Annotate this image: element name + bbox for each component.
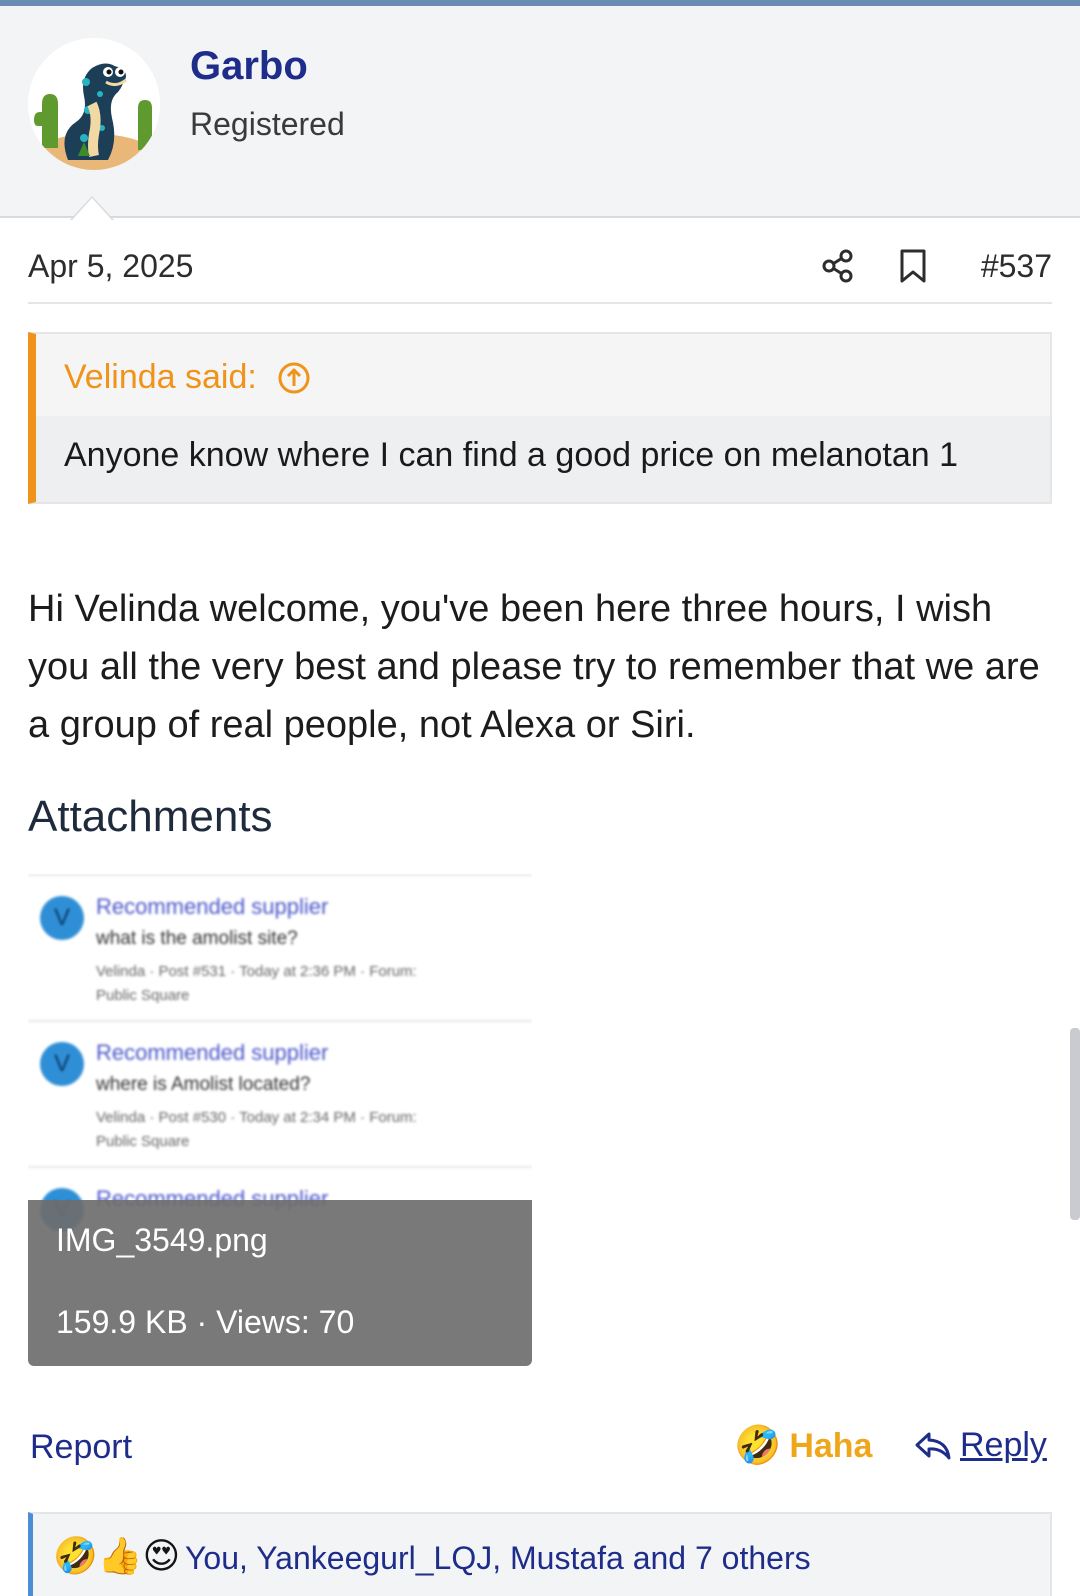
reply-button[interactable]: Reply — [914, 1426, 1047, 1465]
preview-avatar: V — [40, 896, 84, 940]
quote-body: Anyone know where I can find a good pric… — [36, 416, 1050, 502]
preview-entry: V Recommended supplier what is the amoli… — [28, 874, 532, 1022]
reaction-emoji-icons: 🤣👍😍 — [53, 1535, 181, 1576]
post-message: Hi Velinda welcome, you've been here thr… — [28, 588, 1040, 746]
bookmark-icon[interactable] — [898, 248, 928, 284]
preview-meta-line2: Public Square — [96, 987, 190, 1004]
preview-avatar: V — [40, 1042, 84, 1086]
report-link[interactable]: Report — [30, 1428, 132, 1467]
attachment-meta: 159.9 KB · Views: 70 — [56, 1304, 355, 1340]
post-user-header: Garbo Registered — [0, 6, 1080, 218]
reply-arrow-icon — [915, 1432, 951, 1459]
quote-header[interactable]: Velinda said: — [64, 358, 311, 397]
post-number-link[interactable]: #537 — [981, 248, 1052, 285]
header-notch-inner — [72, 198, 112, 220]
user-title: Registered — [190, 106, 345, 142]
reaction-summary[interactable]: You, Yankeegurl_LQJ, Mustafa and 7 other… — [185, 1540, 811, 1577]
attachment-info-overlay: IMG_3549.png 159.9 KB · Views: 70 — [28, 1200, 532, 1366]
preview-line: what is the amolist site? — [96, 928, 298, 949]
preview-meta: Velinda · Post #531 · Today at 2:36 PM ·… — [96, 960, 417, 1008]
scrollbar-thumb[interactable] — [1070, 1028, 1080, 1220]
snake-avatar-icon — [28, 38, 160, 170]
haha-emoji-icon: 🤣 — [734, 1425, 782, 1467]
preview-title: Recommended supplier — [96, 1040, 329, 1065]
user-avatar[interactable] — [28, 38, 160, 170]
preview-meta-line1: Velinda · Post #531 · Today at 2:36 PM ·… — [96, 963, 417, 980]
quote-text: Anyone know where I can find a good pric… — [64, 436, 959, 474]
reactions-bar[interactable]: 🤣👍😍 You, Yankeegurl_LQJ, Mustafa and 7 o… — [28, 1512, 1052, 1596]
post-meta-row: Apr 5, 2025 #537 — [28, 242, 1052, 304]
preview-entry: V Recommended supplier where is Amolist … — [28, 1020, 532, 1168]
attachment-filename: IMG_3549.png — [56, 1222, 268, 1258]
haha-reaction-button[interactable]: 🤣 Haha — [734, 1424, 872, 1468]
quote-block: Velinda said: Anyone know where I can fi… — [28, 332, 1052, 504]
preview-meta-line2: Public Square — [96, 1133, 190, 1150]
preview-meta: Velinda · Post #530 · Today at 2:34 PM ·… — [96, 1106, 417, 1154]
username-link[interactable]: Garbo — [190, 44, 308, 89]
post-date[interactable]: Apr 5, 2025 — [28, 248, 193, 285]
quote-author-said[interactable]: Velinda said: — [64, 358, 257, 397]
reply-label: Reply — [960, 1426, 1047, 1464]
share-icon[interactable] — [820, 248, 856, 284]
preview-title: Recommended supplier — [96, 894, 329, 919]
haha-label: Haha — [789, 1426, 873, 1465]
attachment-thumbnail[interactable]: V Recommended supplier what is the amoli… — [28, 874, 532, 1366]
preview-meta-line1: Velinda · Post #530 · Today at 2:34 PM ·… — [96, 1109, 417, 1126]
attachments-heading: Attachments — [28, 792, 273, 841]
preview-line: where is Amolist located? — [96, 1074, 311, 1095]
jump-to-quote-icon[interactable] — [277, 361, 311, 395]
